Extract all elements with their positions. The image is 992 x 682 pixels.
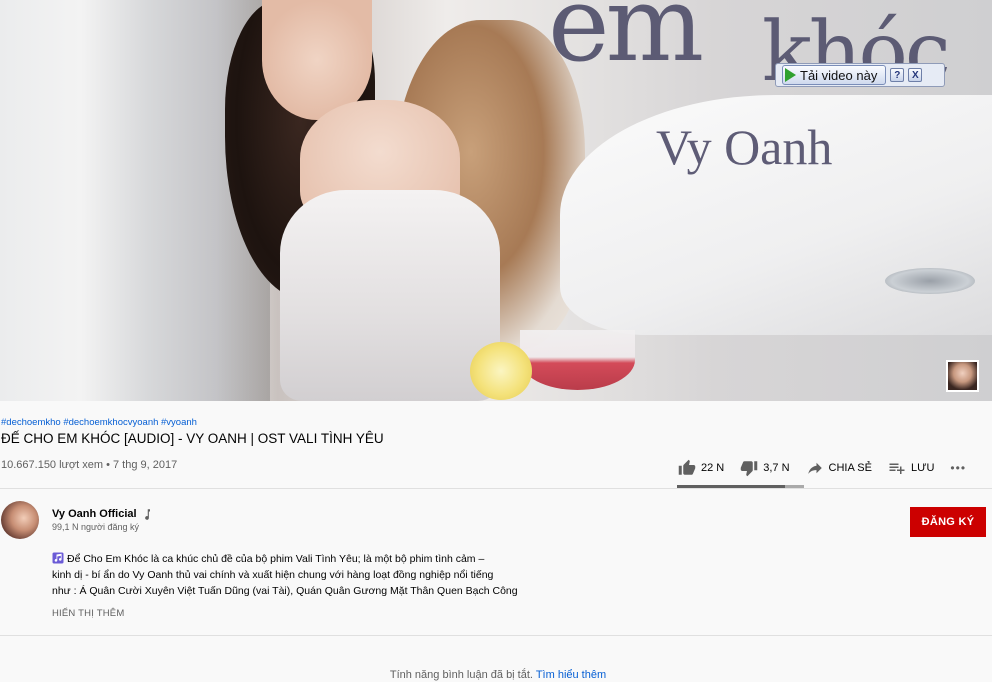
description-line-1: Để Cho Em Khóc là ca khúc chủ đề của bộ …	[52, 551, 552, 567]
video-frame-lemon	[470, 342, 532, 400]
channel-watermark[interactable]	[946, 360, 979, 392]
description-line-2: kinh dị - bí ẩn do Vy Oanh thủ vai chính…	[52, 569, 494, 581]
subscribe-button[interactable]: ĐĂNG KÝ	[910, 507, 986, 537]
like-button[interactable]: 22 N	[678, 459, 724, 477]
dislike-count: 3,7 N	[763, 462, 790, 474]
hashtags[interactable]: #dechoemkho #dechoemkhocvyoanh #vyoanh	[1, 417, 197, 428]
play-icon	[785, 68, 796, 82]
description-line-3: như : Á Quân Cười Xuyên Việt Tuấn Dũng (…	[52, 585, 518, 597]
video-frame-glass	[520, 330, 635, 390]
share-icon	[807, 462, 822, 474]
share-label: CHIA SẺ	[828, 462, 872, 474]
channel-avatar[interactable]	[1, 501, 39, 539]
show-more-button[interactable]: HIỂN THỊ THÊM	[52, 608, 124, 619]
playlist-add-icon	[889, 463, 905, 474]
dislike-button[interactable]: 3,7 N	[740, 459, 790, 477]
video-title: ĐẾ CHO EM KHÓC [AUDIO] - VY OANH | OST V…	[1, 431, 384, 446]
divider	[0, 488, 992, 489]
subscriber-count: 99,1 N người đăng ký	[52, 522, 139, 532]
like-count: 22 N	[701, 462, 725, 474]
close-button[interactable]: X	[908, 68, 923, 82]
video-overlay-title-line1: em	[548, 0, 704, 85]
description-text-1: Để Cho Em Khóc là ca khúc chủ đề của bộ …	[67, 553, 485, 565]
thumbs-up-icon	[678, 459, 696, 475]
download-toolbar: Tải video này ? X	[775, 63, 945, 87]
download-video-button[interactable]: Tải video này	[782, 65, 887, 85]
musical-notes-emoji-icon	[52, 552, 64, 564]
video-frame-background	[0, 0, 270, 401]
video-frame-cupholder	[885, 268, 975, 294]
download-video-label: Tải video này	[800, 67, 878, 83]
divider	[0, 635, 992, 636]
view-count-date: 10.667.150 lượt xem • 7 thg 9, 2017	[1, 459, 178, 471]
video-overlay-artist: Vy Oanh	[656, 119, 833, 175]
share-button[interactable]: CHIA SẺ	[806, 459, 872, 477]
save-label: LƯU	[910, 462, 935, 474]
save-button[interactable]: LƯU	[888, 459, 934, 477]
action-bar: 22 N 3,7 N CHIA SẺ LƯU •••	[678, 455, 982, 481]
thumbs-down-icon	[741, 461, 758, 477]
video-player[interactable]: em khóc Vy Oanh Tải video này ? X	[0, 0, 992, 401]
channel-name-text: Vy Oanh Official	[52, 508, 137, 520]
music-note-icon	[144, 508, 150, 520]
channel-name[interactable]: Vy Oanh Official	[52, 508, 150, 520]
more-actions-button[interactable]: •••	[950, 461, 966, 475]
comments-disabled-text: Tính năng bình luận đã bị tắt.	[389, 669, 533, 681]
video-frame-dress	[280, 190, 500, 401]
more-icon: •••	[950, 461, 967, 475]
comments-disabled-message: Tính năng bình luận đã bị tắt. Tìm hiểu …	[0, 669, 992, 681]
learn-more-link[interactable]: Tìm hiểu thêm	[536, 669, 606, 681]
help-button[interactable]: ?	[890, 68, 905, 82]
video-description: Để Cho Em Khóc là ca khúc chủ đề của bộ …	[52, 551, 552, 599]
